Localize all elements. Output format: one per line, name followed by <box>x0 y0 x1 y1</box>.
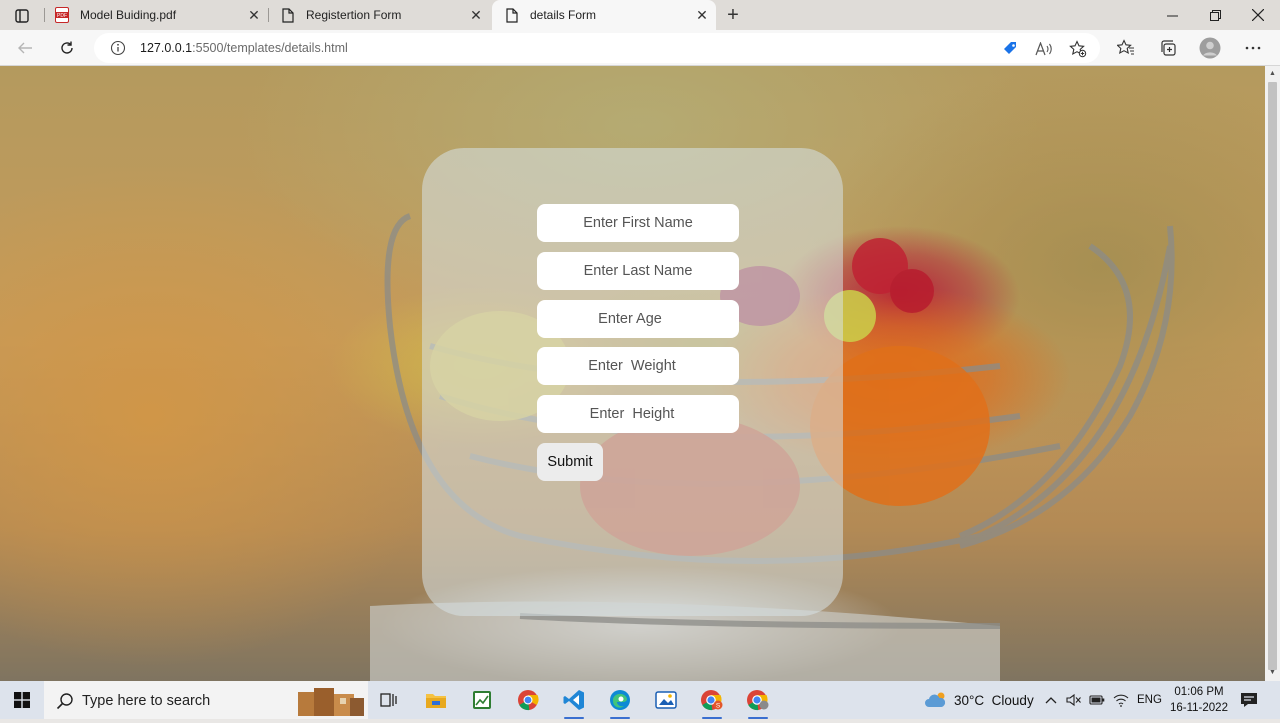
close-icon[interactable]: ✕ <box>466 5 486 25</box>
tab-actions-icon[interactable] <box>8 6 36 26</box>
refresh-icon[interactable] <box>54 36 80 60</box>
height-input[interactable] <box>537 395 739 433</box>
search-placeholder: Type here to search <box>82 693 211 709</box>
scrollbar-thumb[interactable] <box>1268 82 1277 670</box>
submit-button[interactable]: Submit <box>537 443 603 481</box>
first-name-input[interactable] <box>537 204 739 242</box>
search-icon <box>56 692 74 710</box>
last-name-input[interactable] <box>537 252 739 290</box>
tab-details-form[interactable]: details Form ✕ <box>492 0 716 30</box>
tab-title: details Form <box>530 8 597 22</box>
cloud-icon <box>924 692 948 708</box>
show-hidden-icons-icon[interactable] <box>1045 681 1057 719</box>
close-icon[interactable]: ✕ <box>692 5 712 25</box>
chrome-icon[interactable] <box>509 685 547 715</box>
photos-app-icon[interactable] <box>647 685 685 715</box>
address-bar[interactable]: 127.0.0.1:5500/templates/details.html <box>94 33 1100 63</box>
scroll-down-icon[interactable]: ▼ <box>1268 668 1277 678</box>
minimize-button[interactable] <box>1151 0 1193 30</box>
svg-text:PDF: PDF <box>57 13 67 19</box>
chrome-profile-icon[interactable] <box>739 685 777 719</box>
info-icon[interactable] <box>110 40 126 56</box>
back-icon[interactable] <box>12 36 38 60</box>
weather-widget[interactable]: 30°C Cloudy <box>924 681 1034 719</box>
tab-model-building[interactable]: PDF Model Buiding.pdf ✕ <box>46 0 268 30</box>
tab-title: Model Buiding.pdf <box>80 8 177 22</box>
url-text[interactable]: 127.0.0.1:5500/templates/details.html <box>140 41 348 55</box>
wifi-icon[interactable] <box>1113 681 1129 719</box>
browser-toolbar: 127.0.0.1:5500/templates/details.html <box>0 30 1280 66</box>
page-scrollbar[interactable]: ▲ ▼ <box>1265 66 1280 681</box>
tab-separator <box>44 8 45 22</box>
taskbar: Type here to search S 30°C Cloudy ENG 01… <box>0 681 1280 719</box>
clock[interactable]: 01:06 PM 16-11-2022 <box>1164 684 1234 716</box>
close-window-button[interactable] <box>1237 0 1279 30</box>
chart-app-icon[interactable] <box>463 685 501 715</box>
tab-separator <box>268 8 269 22</box>
tab-registration-form[interactable]: Registertion Form ✕ <box>270 0 490 30</box>
notifications-icon[interactable] <box>1240 681 1258 719</box>
tab-strip: PDF Model Buiding.pdf ✕ Registertion For… <box>0 0 1280 30</box>
favorites-icon[interactable] <box>1113 36 1139 60</box>
read-aloud-icon[interactable] <box>1034 39 1054 59</box>
pdf-icon: PDF <box>54 7 70 23</box>
weight-input[interactable] <box>537 347 739 385</box>
windows-start-icon[interactable] <box>0 681 44 719</box>
battery-icon[interactable] <box>1089 681 1105 719</box>
weather-text: 30°C Cloudy <box>954 692 1034 708</box>
chrome-profile-icon[interactable]: S <box>693 685 731 719</box>
url-path: :5500/templates/details.html <box>192 41 348 55</box>
search-highlight-image <box>294 684 366 718</box>
more-options-icon[interactable] <box>1240 36 1266 60</box>
page-icon <box>280 7 296 23</box>
svg-text:S: S <box>716 703 721 710</box>
task-view-icon[interactable] <box>370 685 408 715</box>
restore-button[interactable] <box>1194 0 1236 30</box>
edge-icon[interactable] <box>601 685 639 719</box>
profile-avatar-icon[interactable] <box>1197 36 1223 60</box>
language-indicator[interactable]: ENG <box>1137 681 1162 719</box>
age-input[interactable] <box>537 300 739 338</box>
clock-date: 16-11-2022 <box>1170 702 1228 714</box>
file-explorer-icon[interactable] <box>417 685 455 715</box>
vscode-icon[interactable] <box>555 685 593 719</box>
new-tab-button[interactable]: + <box>722 4 744 26</box>
shopping-tag-icon[interactable] <box>1000 39 1020 59</box>
close-icon[interactable]: ✕ <box>244 5 264 25</box>
clock-time: 01:06 PM <box>1174 686 1224 698</box>
tab-title: Registertion Form <box>306 8 402 22</box>
volume-muted-icon[interactable] <box>1066 681 1082 719</box>
page-icon <box>504 7 520 23</box>
url-host: 127.0.0.1 <box>140 41 193 55</box>
scroll-up-icon[interactable]: ▲ <box>1268 69 1277 79</box>
taskbar-search-box[interactable]: Type here to search <box>44 681 368 719</box>
collections-icon[interactable] <box>1155 36 1181 60</box>
add-favorite-icon[interactable] <box>1068 39 1088 59</box>
